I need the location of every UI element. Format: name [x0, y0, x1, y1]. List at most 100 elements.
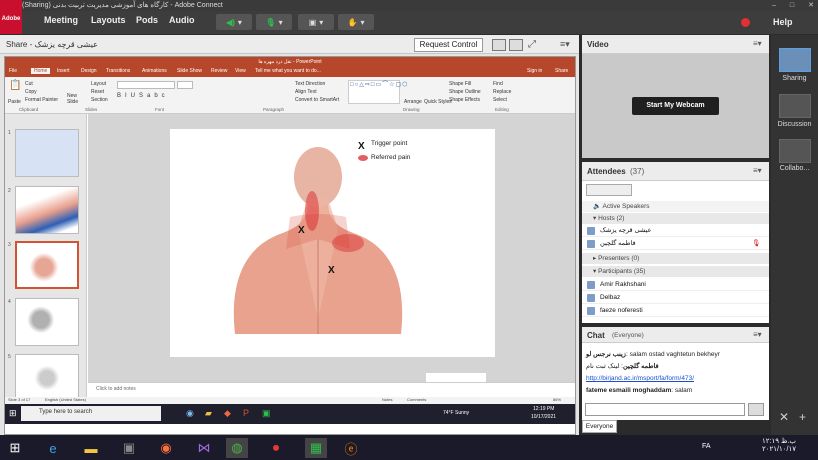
- chat-link[interactable]: http://birjand.ac.ir/msport/fa/form/473/: [586, 375, 694, 382]
- camera-toggle[interactable]: ▣ ▾: [298, 14, 334, 30]
- ppt-tab-animations[interactable]: Animations: [142, 68, 167, 74]
- layout-discussion-thumb[interactable]: [779, 94, 811, 118]
- slide-thumbnail[interactable]: [15, 298, 79, 346]
- ppt-tab-slideshow[interactable]: Slide Show: [177, 68, 202, 74]
- help-menu[interactable]: Help: [773, 17, 793, 27]
- zoom-level[interactable]: 86%: [553, 397, 561, 402]
- chat-input[interactable]: [585, 403, 745, 416]
- view-toggle-group[interactable]: [586, 184, 632, 196]
- pod-menu-icon[interactable]: ≡▾: [753, 39, 762, 48]
- camtasia-icon[interactable]: ▦: [305, 438, 327, 458]
- ppt-share-button[interactable]: Share: [555, 68, 568, 74]
- ie-icon[interactable]: e: [42, 438, 64, 458]
- arrange-button[interactable]: Arrange: [404, 99, 422, 105]
- ppt-tab-file[interactable]: File: [9, 68, 17, 74]
- windows-start-icon[interactable]: ⊞: [4, 438, 26, 458]
- taskbar-powerpoint-icon[interactable]: P: [243, 408, 249, 418]
- list-item[interactable]: Delbaz: [582, 292, 769, 304]
- align-text-button[interactable]: Align Text: [295, 89, 317, 95]
- menu-pods[interactable]: Pods: [136, 15, 158, 25]
- layout-sharing-label[interactable]: Sharing: [771, 75, 818, 82]
- paste-button[interactable]: Paste: [8, 99, 21, 105]
- layout-collaboration-thumb[interactable]: [779, 139, 811, 163]
- participants-header[interactable]: ▾ Participants (35): [582, 266, 769, 277]
- notes-toggle[interactable]: Notes: [382, 397, 392, 402]
- select-button[interactable]: Select: [493, 97, 507, 103]
- windows-start-icon[interactable]: ⊞: [9, 408, 17, 419]
- list-item[interactable]: faeze noferesti: [582, 305, 769, 317]
- slide-thumbnail-selected[interactable]: [15, 241, 79, 289]
- ppt-tab-design[interactable]: Design: [81, 68, 97, 74]
- send-icon[interactable]: [748, 403, 764, 416]
- replace-button[interactable]: Replace: [493, 89, 511, 95]
- app-icon[interactable]: ▣: [118, 438, 140, 458]
- paste-icon[interactable]: 📋: [9, 80, 21, 91]
- system-clock[interactable]: ۱۲:۱۹ ب.ظ ۲۰۲۱/۱۰/۱۷: [762, 438, 796, 454]
- record-indicator-icon[interactable]: [741, 18, 750, 27]
- recorder-icon[interactable]: ⏺: [265, 438, 287, 458]
- font-size-select[interactable]: [177, 81, 193, 89]
- convert-smartart-button[interactable]: Convert to SmartArt: [295, 97, 339, 103]
- quick-styles-button[interactable]: Quick Styles: [424, 99, 452, 105]
- close-icon[interactable]: ✕: [808, 0, 814, 11]
- presenters-header[interactable]: ▸ Presenters (0): [582, 253, 769, 264]
- hosts-header[interactable]: ▾ Hosts (2): [582, 213, 769, 224]
- tools-icon[interactable]: ✕: [779, 410, 789, 424]
- copy-button[interactable]: Copy: [25, 89, 37, 95]
- add-layout-icon[interactable]: +: [799, 410, 806, 424]
- pod-menu-icon[interactable]: ≡▾: [560, 39, 574, 51]
- ppt-tab-home[interactable]: Home: [31, 68, 51, 74]
- request-control-button[interactable]: Request Control: [414, 38, 483, 52]
- adobe-connect-icon[interactable]: ⓔ: [340, 438, 362, 458]
- list-item[interactable]: Amir Rakhshani: [582, 279, 769, 291]
- layout-sharing-thumb[interactable]: [779, 48, 811, 72]
- slide-thumbnail[interactable]: [15, 354, 79, 402]
- slide-thumbnail[interactable]: [15, 186, 79, 234]
- chrome-icon[interactable]: ◍: [226, 438, 248, 458]
- fit-screen-icon[interactable]: [509, 39, 523, 51]
- visual-studio-icon[interactable]: ⋈: [193, 438, 215, 458]
- ppt-sign-in[interactable]: Sign in: [527, 68, 542, 74]
- folder-icon[interactable]: ▬: [80, 438, 102, 458]
- menu-layouts[interactable]: Layouts: [91, 15, 126, 25]
- format-painter-button[interactable]: Format Painter: [25, 97, 58, 103]
- cut-button[interactable]: Cut: [25, 81, 33, 87]
- slide-thumbnail[interactable]: [15, 129, 79, 177]
- fit-width-icon[interactable]: [492, 39, 506, 51]
- new-slide-button[interactable]: New Slide: [67, 93, 83, 105]
- speaker-toggle[interactable]: ◀) ▾: [216, 14, 252, 30]
- minimize-icon[interactable]: –: [772, 0, 776, 11]
- pod-menu-icon[interactable]: ≡▾: [753, 330, 762, 339]
- firefox-icon[interactable]: ◉: [155, 438, 177, 458]
- find-button[interactable]: Find: [493, 81, 503, 87]
- shape-fill-button[interactable]: Shape Fill: [449, 81, 471, 87]
- layout-collaboration-label[interactable]: Collabo...: [771, 165, 818, 172]
- text-direction-button[interactable]: Text Direction: [295, 81, 325, 87]
- shape-outline-button[interactable]: Shape Outline: [449, 89, 481, 95]
- ppt-tab-insert[interactable]: Insert: [57, 68, 70, 74]
- fullscreen-icon[interactable]: ⤢: [528, 39, 542, 51]
- font-name-select[interactable]: [117, 81, 175, 89]
- layout-button[interactable]: Layout: [91, 81, 106, 87]
- list-item[interactable]: فاطمه گلچین 🎙: [582, 238, 769, 250]
- taskbar-app-icon[interactable]: ◉: [186, 408, 194, 419]
- start-webcam-button[interactable]: Start My Webcam: [632, 97, 719, 115]
- taskbar-app-icon[interactable]: ◆: [224, 408, 231, 419]
- ppt-tab-review[interactable]: Review: [211, 68, 227, 74]
- windows-search-box[interactable]: Type here to search: [21, 406, 161, 421]
- ppt-tab-view[interactable]: View: [235, 68, 246, 74]
- shape-effects-button[interactable]: Shape Effects: [449, 97, 480, 103]
- section-button[interactable]: Section: [91, 97, 108, 103]
- font-format-buttons[interactable]: BIUSabc: [117, 93, 207, 101]
- taskbar-app-icon[interactable]: ▰: [205, 408, 212, 419]
- ppt-tell-me[interactable]: Tell me what you want to do...: [255, 68, 321, 74]
- comments-toggle[interactable]: Comments: [407, 397, 426, 402]
- chat-tab-everyone[interactable]: Everyone: [582, 420, 617, 433]
- reset-button[interactable]: Reset: [91, 89, 104, 95]
- pod-menu-icon[interactable]: ≡▾: [753, 166, 762, 175]
- notes-area[interactable]: Click to add notes: [88, 382, 575, 397]
- microphone-toggle[interactable]: 🎙 ▾: [256, 14, 292, 30]
- raise-hand-toggle[interactable]: ✋ ▾: [338, 14, 374, 30]
- active-speakers-header[interactable]: 🔈 Active Speakers: [582, 201, 769, 212]
- menu-audio[interactable]: Audio: [169, 15, 195, 25]
